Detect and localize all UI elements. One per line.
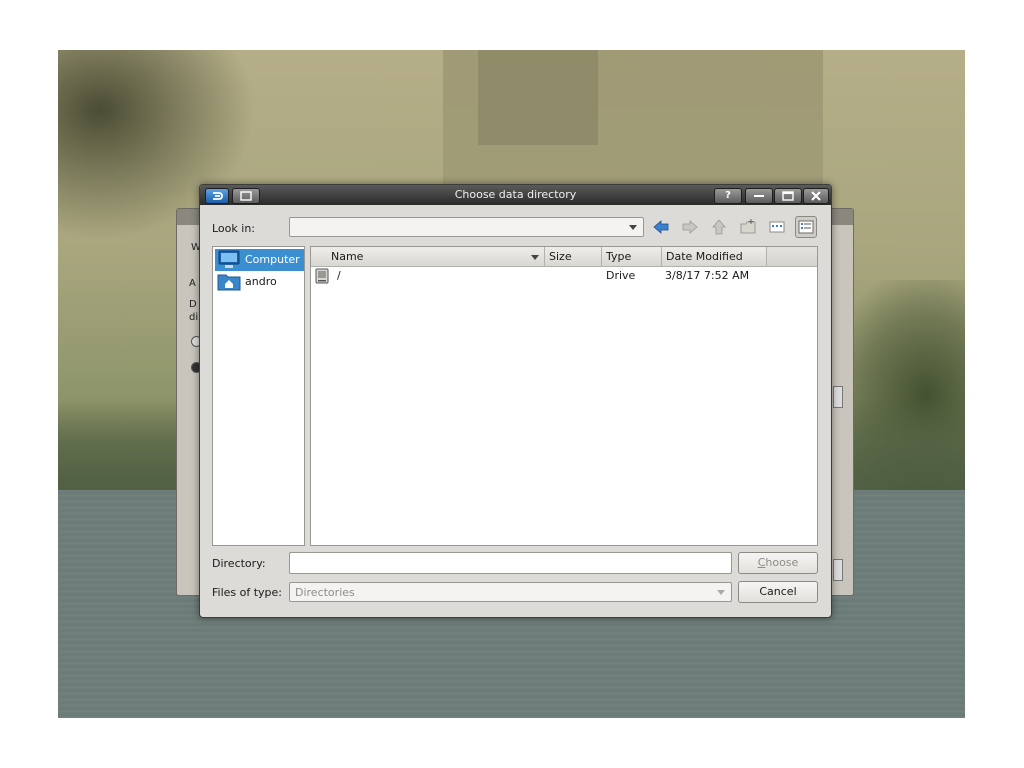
- file-name: /: [337, 269, 341, 282]
- files-of-type-label: Files of type:: [212, 586, 283, 599]
- wallpaper-castle-top: [478, 50, 598, 145]
- parent-dialog-text-fragment: D: [189, 299, 197, 310]
- directory-label: Directory:: [212, 557, 266, 570]
- file-list[interactable]: Name Size Type Date Modified / Drive 3/8…: [310, 246, 818, 546]
- help-button[interactable]: ?: [714, 188, 742, 204]
- computer-icon: [217, 250, 241, 269]
- minimize-button[interactable]: [745, 188, 773, 204]
- forward-arrow-icon[interactable]: [680, 218, 700, 238]
- look-in-label: Look in:: [212, 222, 255, 235]
- sidebar-item-computer[interactable]: Computer: [215, 249, 304, 271]
- dialog-titlebar[interactable]: Choose data directory ?: [200, 185, 831, 205]
- new-folder-icon[interactable]: [738, 218, 758, 238]
- parent-dialog-button[interactable]: [833, 386, 843, 408]
- sidebar-item-label: Computer: [245, 253, 300, 266]
- file-date-modified: 3/8/17 7:52 AM: [665, 269, 750, 282]
- files-of-type-combo[interactable]: Directories: [289, 582, 732, 602]
- home-folder-icon: [217, 272, 241, 291]
- cancel-button[interactable]: Cancel: [738, 581, 818, 603]
- back-arrow-icon[interactable]: [651, 218, 671, 238]
- close-button[interactable]: [803, 188, 829, 204]
- table-row[interactable]: / Drive 3/8/17 7:52 AM: [311, 247, 817, 287]
- parent-dialog-button[interactable]: [833, 559, 843, 581]
- directory-input[interactable]: [289, 552, 732, 574]
- choose-button-label: hoose: [765, 556, 799, 569]
- detail-view-icon[interactable]: [795, 216, 817, 238]
- choose-button[interactable]: Choose: [738, 552, 818, 574]
- chevron-down-icon: [717, 590, 725, 595]
- places-sidebar: Computer andro: [212, 246, 305, 546]
- look-in-combo[interactable]: [289, 217, 644, 237]
- file-type: Drive: [606, 269, 636, 282]
- maximize-button[interactable]: [774, 188, 802, 204]
- files-of-type-value: Directories: [295, 586, 355, 599]
- drive-icon: [315, 268, 329, 287]
- parent-directory-icon[interactable]: [709, 218, 729, 238]
- list-view-icon[interactable]: [767, 218, 787, 238]
- parent-dialog-text-fragment: di: [189, 312, 199, 323]
- parent-dialog-text-fragment: A: [189, 278, 196, 289]
- chevron-down-icon: [629, 225, 637, 230]
- sidebar-item-andro[interactable]: andro: [215, 271, 304, 293]
- sidebar-item-label: andro: [245, 275, 277, 288]
